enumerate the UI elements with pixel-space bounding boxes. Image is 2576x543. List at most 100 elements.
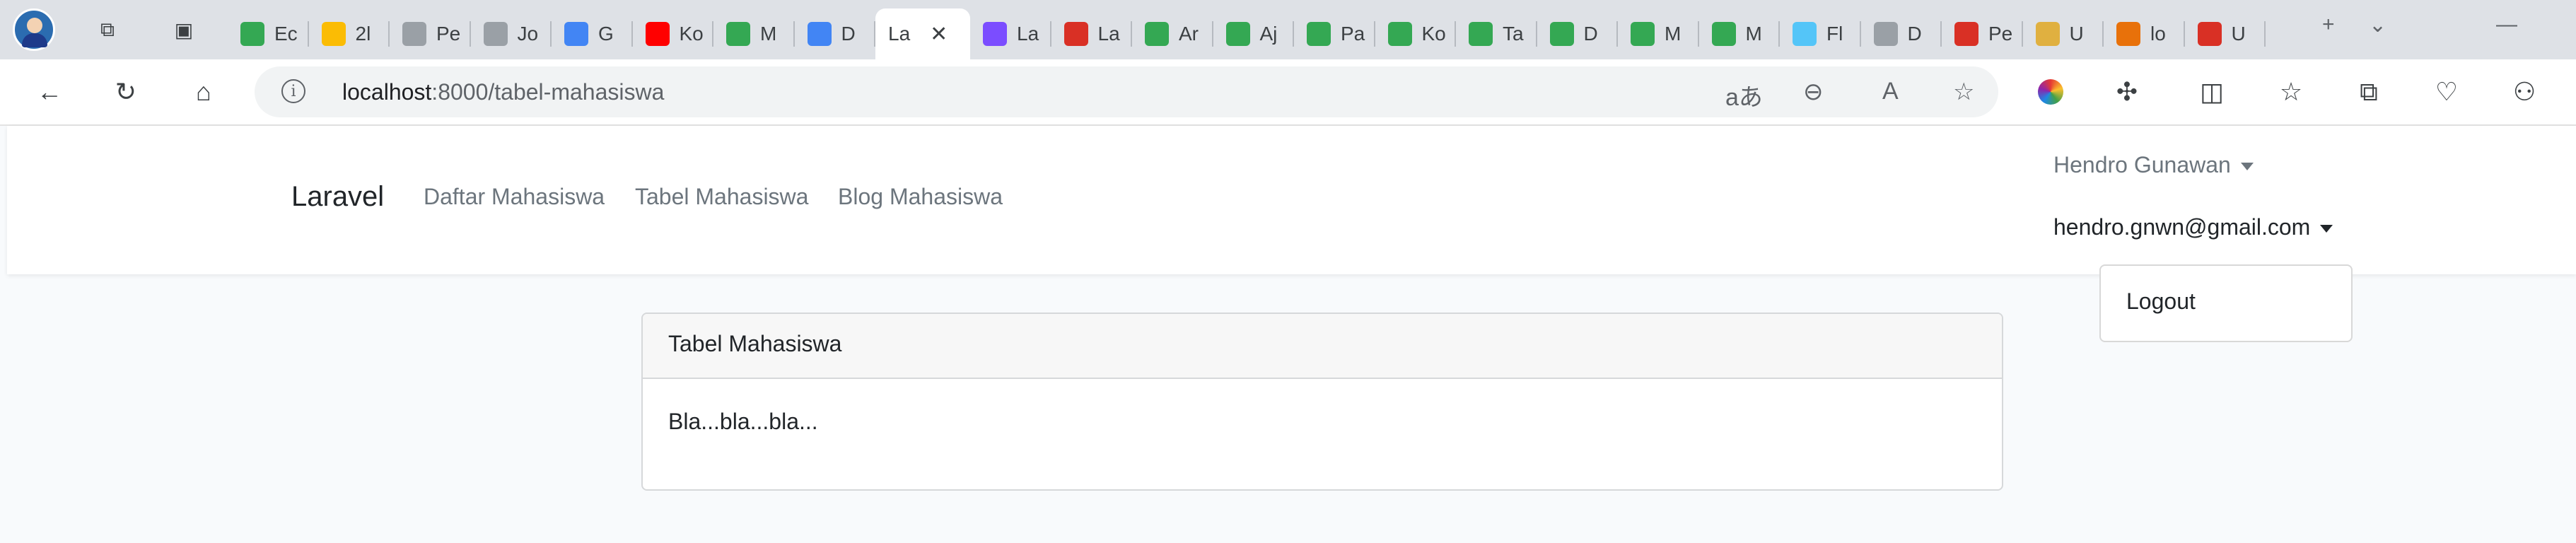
browser-tab[interactable]: Aj xyxy=(1213,8,1294,59)
tab-favicon-icon xyxy=(983,22,1007,46)
user-dropdown-toggle[interactable]: Hendro Gunawan xyxy=(2053,152,2254,178)
browser-tab[interactable]: Ko xyxy=(633,8,713,59)
tab-favicon-icon xyxy=(807,22,832,46)
browser-tab[interactable]: lo xyxy=(2104,8,2185,59)
extensions-puzzle-icon[interactable]: ✣ xyxy=(2109,74,2145,110)
browser-tab[interactable]: M xyxy=(1618,8,1699,59)
vertical-tabs-icon[interactable]: ▣ xyxy=(170,16,198,44)
url-path: :8000/tabel-mahasiswa xyxy=(431,79,665,105)
tab-title: Aj xyxy=(1259,23,1278,45)
tab-title: lo xyxy=(2150,23,2166,45)
tab-title: Ko xyxy=(679,23,704,45)
back-arrow-icon[interactable]: ← xyxy=(31,74,68,110)
tab-favicon-icon xyxy=(240,22,264,46)
navbar-brand[interactable]: Laravel xyxy=(291,181,384,213)
tab-favicon-icon xyxy=(1469,22,1493,46)
read-aloud-icon[interactable]: A xyxy=(1882,78,1899,105)
tab-favicon-icon xyxy=(645,22,670,46)
user-email: hendro.gnwn@gmail.com xyxy=(2053,214,2311,240)
tab-favicon-icon xyxy=(2197,22,2222,46)
browser-tab[interactable]: Pe xyxy=(1942,8,2023,59)
tab-title: 2l xyxy=(355,23,371,45)
browser-tab[interactable]: D xyxy=(1861,8,1942,59)
profile-avatar[interactable] xyxy=(13,8,55,51)
logout-menu-item[interactable]: Logout xyxy=(2126,288,2196,315)
nav-link-blog-mahasiswa[interactable]: Blog Mahasiswa xyxy=(838,184,1003,210)
favorite-star-icon[interactable]: ☆ xyxy=(1953,78,1974,106)
collections-icon[interactable]: ⧉ xyxy=(2350,74,2387,110)
tab-title: Ko xyxy=(1421,23,1446,45)
browser-tab[interactable]: Fl xyxy=(1780,8,1861,59)
tab-favicon-icon xyxy=(1954,22,1978,46)
translate-icon[interactable]: aあ xyxy=(1725,78,1763,112)
tab-favicon-icon xyxy=(1631,22,1655,46)
browser-tab[interactable]: Ar xyxy=(1132,8,1213,59)
tab-list-chevron-icon[interactable]: ⌄ xyxy=(2369,13,2386,37)
email-dropdown-toggle[interactable]: hendro.gnwn@gmail.com xyxy=(2053,214,2333,240)
nav-link-daftar-mahasiswa[interactable]: Daftar Mahasiswa xyxy=(424,184,605,210)
tab-favicon-icon xyxy=(321,22,346,46)
browser-tab[interactable]: Ec xyxy=(228,8,309,59)
card-body: Bla...bla...bla... xyxy=(643,379,2002,489)
tab-title: Pa xyxy=(1341,23,1365,45)
split-screen-icon[interactable]: ◫ xyxy=(2193,74,2230,110)
caret-down-icon xyxy=(2240,163,2254,171)
tab-title: M xyxy=(1665,23,1682,45)
card-body-text: Bla...bla...bla... xyxy=(668,409,818,434)
home-icon[interactable]: ⌂ xyxy=(185,74,222,110)
browser-tab[interactable]: Jo xyxy=(471,8,552,59)
refresh-icon[interactable]: ↻ xyxy=(107,74,144,110)
tab-favicon-icon xyxy=(483,22,508,46)
browser-tab[interactable]: M xyxy=(713,8,795,59)
tab-title: D xyxy=(1907,23,1922,45)
copilot-people-icon[interactable]: ⚇ xyxy=(2506,74,2543,110)
color-extension-icon[interactable] xyxy=(2032,74,2069,110)
browser-tab[interactable]: Pe xyxy=(390,8,471,59)
workspaces-icon[interactable]: ⧉ xyxy=(93,16,122,44)
browser-tab[interactable]: La xyxy=(1051,8,1132,59)
tab-favicon-icon xyxy=(564,22,588,46)
browser-tab[interactable]: U xyxy=(2185,8,2266,59)
tab-title: U xyxy=(2069,23,2084,45)
tab-favicon-icon xyxy=(2116,22,2140,46)
browser-essentials-icon[interactable]: ♡ xyxy=(2428,74,2465,110)
close-tab-icon[interactable]: ✕ xyxy=(930,22,948,47)
tab-favicon-icon xyxy=(402,22,426,46)
app-navbar: Laravel Daftar Mahasiswa Tabel Mahasiswa… xyxy=(7,126,2576,274)
tab-favicon-icon xyxy=(1873,22,1898,46)
minimize-icon[interactable]: — xyxy=(2496,13,2517,37)
content-card: Tabel Mahasiswa Bla...bla...bla... xyxy=(641,313,2003,491)
favorites-icon[interactable]: ☆ xyxy=(2273,74,2309,110)
browser-tab-active[interactable]: La ✕ xyxy=(875,8,970,59)
browser-tab[interactable]: U xyxy=(2023,8,2104,59)
user-name: Hendro Gunawan xyxy=(2053,152,2231,177)
tab-favicon-icon xyxy=(1711,22,1736,46)
zoom-out-icon[interactable]: ⊖ xyxy=(1803,78,1824,106)
tab-title: Jo xyxy=(517,23,539,45)
tab-favicon-icon xyxy=(1145,22,1169,46)
browser-tab[interactable]: D xyxy=(795,8,875,59)
browser-tab[interactable]: Pa xyxy=(1294,8,1375,59)
tab-title: M xyxy=(1745,23,1762,45)
tab-title: Fl xyxy=(1826,23,1843,45)
browser-tab[interactable]: Ko xyxy=(1375,8,1456,59)
url-host: localhost xyxy=(342,79,432,105)
card-header: Tabel Mahasiswa xyxy=(643,314,2002,379)
browser-tab[interactable]: 2l xyxy=(309,8,390,59)
browser-tab[interactable]: G xyxy=(552,8,633,59)
browser-tab[interactable]: M xyxy=(1699,8,1780,59)
new-tab-icon[interactable]: + xyxy=(2322,13,2335,37)
tab-title: G xyxy=(598,23,614,45)
browser-tab[interactable]: La xyxy=(970,8,1051,59)
browser-tab[interactable]: D xyxy=(1537,8,1618,59)
tab-favicon-icon xyxy=(1549,22,1574,46)
address-bar[interactable]: i localhost:8000/tabel-mahasiswa aあ ⊖ A … xyxy=(255,66,1998,117)
nav-link-tabel-mahasiswa[interactable]: Tabel Mahasiswa xyxy=(635,184,808,210)
browser-toolbar: ← ↻ ⌂ i localhost:8000/tabel-mahasiswa a… xyxy=(0,59,2576,126)
site-info-icon[interactable]: i xyxy=(281,79,305,103)
tab-favicon-icon xyxy=(1063,22,1088,46)
address-url[interactable]: localhost:8000/tabel-mahasiswa xyxy=(342,79,664,105)
tab-title: La xyxy=(1097,23,1120,45)
browser-tab[interactable]: Ta xyxy=(1456,8,1537,59)
tab-title: Pe xyxy=(436,23,461,45)
